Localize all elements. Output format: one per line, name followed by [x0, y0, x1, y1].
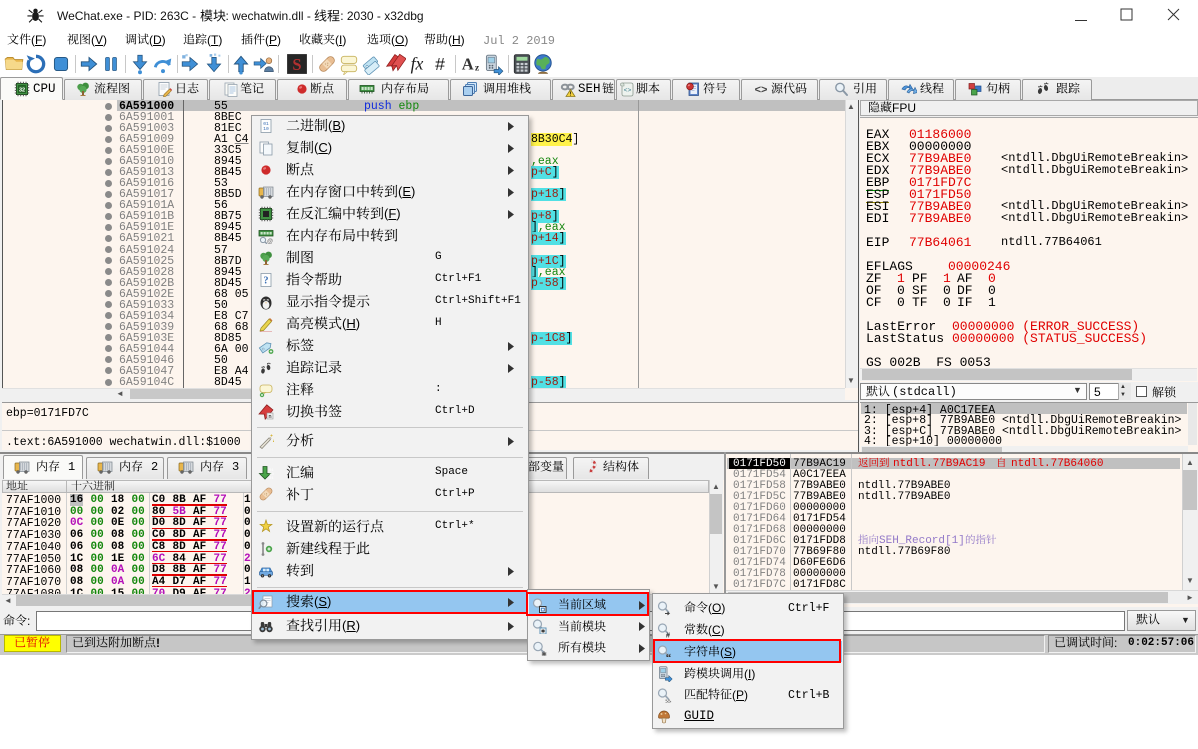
svg-text:?: ?	[264, 276, 269, 287]
svg-text:n: n	[268, 413, 271, 420]
svg-text:z: z	[475, 63, 480, 74]
svg-text:<>: <>	[624, 87, 632, 94]
svg-text:#: #	[435, 54, 445, 74]
svg-text:!: !	[570, 92, 572, 97]
svg-text:fx: fx	[411, 54, 424, 74]
svg-text:32: 32	[19, 88, 25, 94]
svg-text:✱: ✱	[541, 650, 547, 656]
svg-text:10: 10	[263, 126, 269, 132]
svg-text:#: #	[666, 631, 671, 639]
svg-text:A: A	[462, 55, 474, 74]
svg-text:01: 01	[269, 477, 274, 481]
svg-text:<>: <>	[755, 84, 768, 96]
svg-text:@: @	[267, 239, 273, 244]
svg-text:S: S	[292, 55, 301, 74]
svg-text:✱: ✱	[541, 628, 546, 634]
